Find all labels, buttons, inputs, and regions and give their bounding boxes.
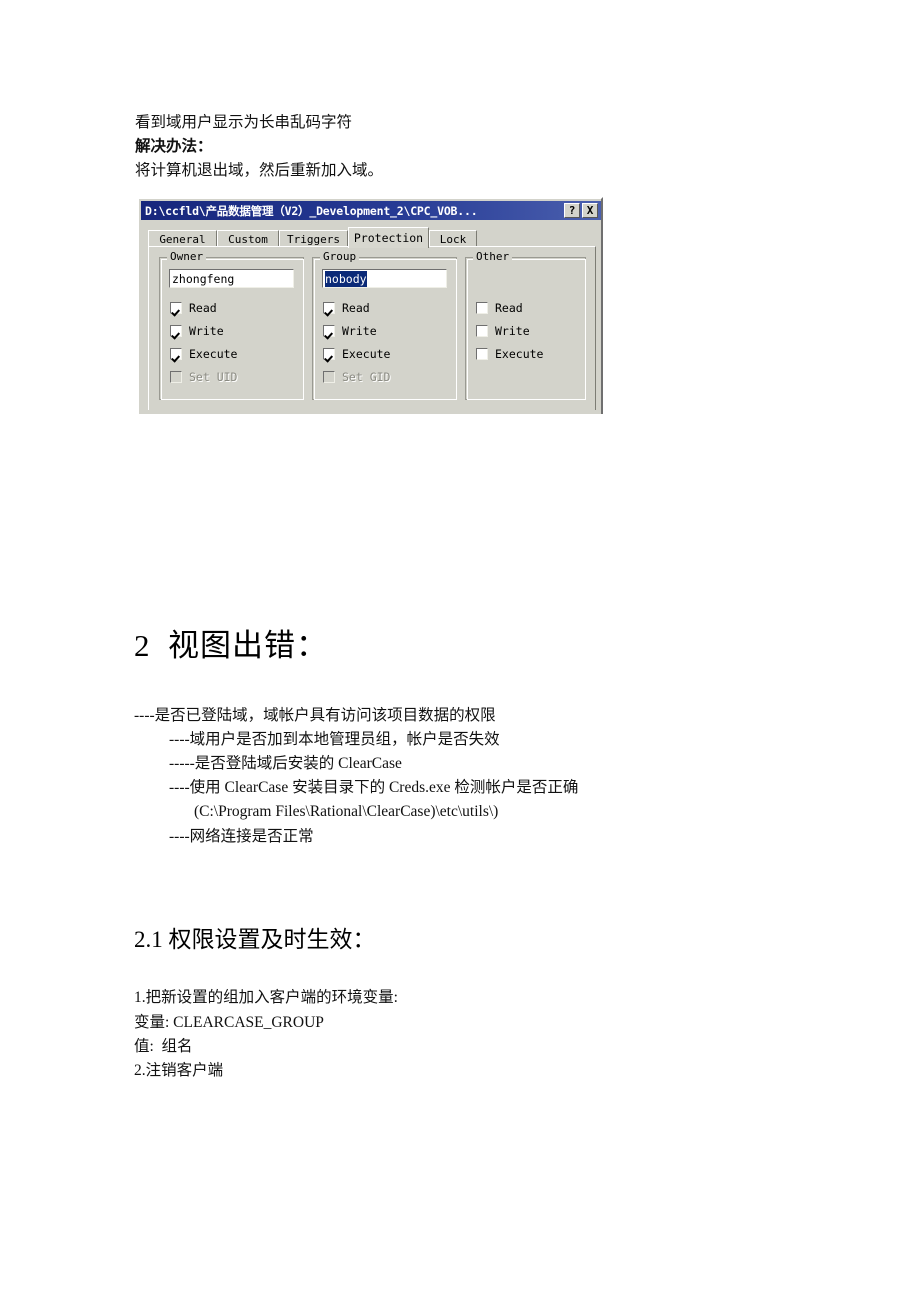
close-icon[interactable]: X — [582, 203, 598, 218]
document-page: 看到域用户显示为长串乱码字符 解决办法： 将计算机退出域，然后重新加入域。 D:… — [0, 0, 920, 1302]
tab-triggers[interactable]: Triggers — [279, 230, 348, 247]
checkbox-icon — [476, 302, 488, 314]
step-value: 值: 组名 — [134, 1038, 193, 1055]
owner-name-value: zhongfeng — [172, 271, 235, 286]
intro-line-3: 将计算机退出域，然后重新加入域。 — [135, 162, 384, 179]
other-read-label: Read — [495, 301, 523, 315]
other-execute-label: Execute — [495, 347, 544, 361]
intro-line-solution-label: 解决办法： — [135, 138, 213, 155]
bullet-3: -----是否登陆域后安装的 ClearCase — [169, 755, 402, 772]
dialog-tabstrip: General Custom Triggers Protection Lock — [148, 227, 596, 248]
tab-protection[interactable]: Protection — [348, 227, 429, 248]
group-setgid-label: Set GID — [342, 370, 391, 384]
owner-write-checkbox[interactable]: Write — [170, 323, 224, 339]
checkbox-icon — [170, 302, 182, 314]
page-heading-2: 2 视图出错： — [134, 628, 328, 663]
checkbox-icon — [170, 325, 182, 337]
other-legend: Other — [473, 250, 513, 263]
checkbox-icon — [323, 371, 335, 383]
group-name-input[interactable]: nobody — [322, 269, 447, 288]
group-write-label: Write — [342, 324, 377, 338]
dialog-title: D:\ccfld\产品数据管理（V2）_Development_2\CPC_VO… — [145, 203, 478, 218]
tab-general[interactable]: General — [148, 230, 217, 247]
owner-execute-label: Execute — [189, 347, 238, 361]
other-read-checkbox[interactable]: Read — [476, 300, 523, 316]
bullet-1: ----是否已登陆域，域帐户具有访问该项目数据的权限 — [134, 707, 496, 724]
bullet-5: ----网络连接是否正常 — [169, 828, 314, 845]
step-variable: 变量: CLEARCASE_GROUP — [134, 1014, 324, 1031]
bullet-2: ----域用户是否加到本地管理员组，帐户是否失效 — [169, 731, 500, 748]
group-groupbox: Group nobody Read Write Execute Set GID — [312, 250, 457, 400]
owner-write-label: Write — [189, 324, 224, 338]
group-name-value: nobody — [325, 270, 367, 287]
other-write-checkbox[interactable]: Write — [476, 323, 530, 339]
owner-setuid-checkbox: Set UID — [170, 369, 237, 385]
bullet-4: ----使用 ClearCase 安装目录下的 Creds.exe 检测帐户是否… — [169, 779, 579, 796]
owner-groupbox: Owner zhongfeng Read Write Execute Set U… — [159, 250, 304, 400]
tab-lock[interactable]: Lock — [429, 230, 477, 247]
intro-line-1: 看到域用户显示为长串乱码字符 — [135, 114, 353, 131]
owner-name-input[interactable]: zhongfeng — [169, 269, 294, 288]
owner-legend: Owner — [167, 250, 207, 263]
other-write-label: Write — [495, 324, 530, 338]
other-execute-checkbox[interactable]: Execute — [476, 346, 543, 362]
checkbox-icon — [170, 348, 182, 360]
group-legend: Group — [320, 250, 360, 263]
checkbox-icon — [323, 348, 335, 360]
group-execute-checkbox[interactable]: Execute — [323, 346, 390, 362]
owner-read-checkbox[interactable]: Read — [170, 300, 217, 316]
tab-custom[interactable]: Custom — [217, 230, 279, 247]
step-2: 2.注销客户端 — [134, 1062, 224, 1079]
protection-tab-panel: Owner zhongfeng Read Write Execute Set U… — [148, 246, 596, 410]
owner-setuid-label: Set UID — [189, 370, 238, 384]
other-groupbox: Other Read Write Execute — [465, 250, 586, 400]
page-heading-2-1: 2.1 权限设置及时生效： — [134, 927, 376, 952]
help-icon[interactable]: ? — [564, 203, 580, 218]
checkbox-icon — [323, 325, 335, 337]
group-read-label: Read — [342, 301, 370, 315]
owner-execute-checkbox[interactable]: Execute — [170, 346, 237, 362]
dialog-titlebar: D:\ccfld\产品数据管理（V2）_Development_2\CPC_VO… — [141, 201, 601, 220]
owner-read-label: Read — [189, 301, 217, 315]
group-setgid-checkbox: Set GID — [323, 369, 390, 385]
titlebar-buttons: ? X — [564, 203, 598, 218]
group-execute-label: Execute — [342, 347, 391, 361]
checkbox-icon — [323, 302, 335, 314]
vob-properties-dialog: D:\ccfld\产品数据管理（V2）_Development_2\CPC_VO… — [137, 197, 603, 414]
checkbox-icon — [476, 348, 488, 360]
group-read-checkbox[interactable]: Read — [323, 300, 370, 316]
checkbox-icon — [170, 371, 182, 383]
group-write-checkbox[interactable]: Write — [323, 323, 377, 339]
checkbox-icon — [476, 325, 488, 337]
step-1: 1.把新设置的组加入客户端的环境变量: — [134, 989, 398, 1006]
bullet-4-path: (C:\Program Files\Rational\ClearCase)\et… — [194, 803, 499, 820]
